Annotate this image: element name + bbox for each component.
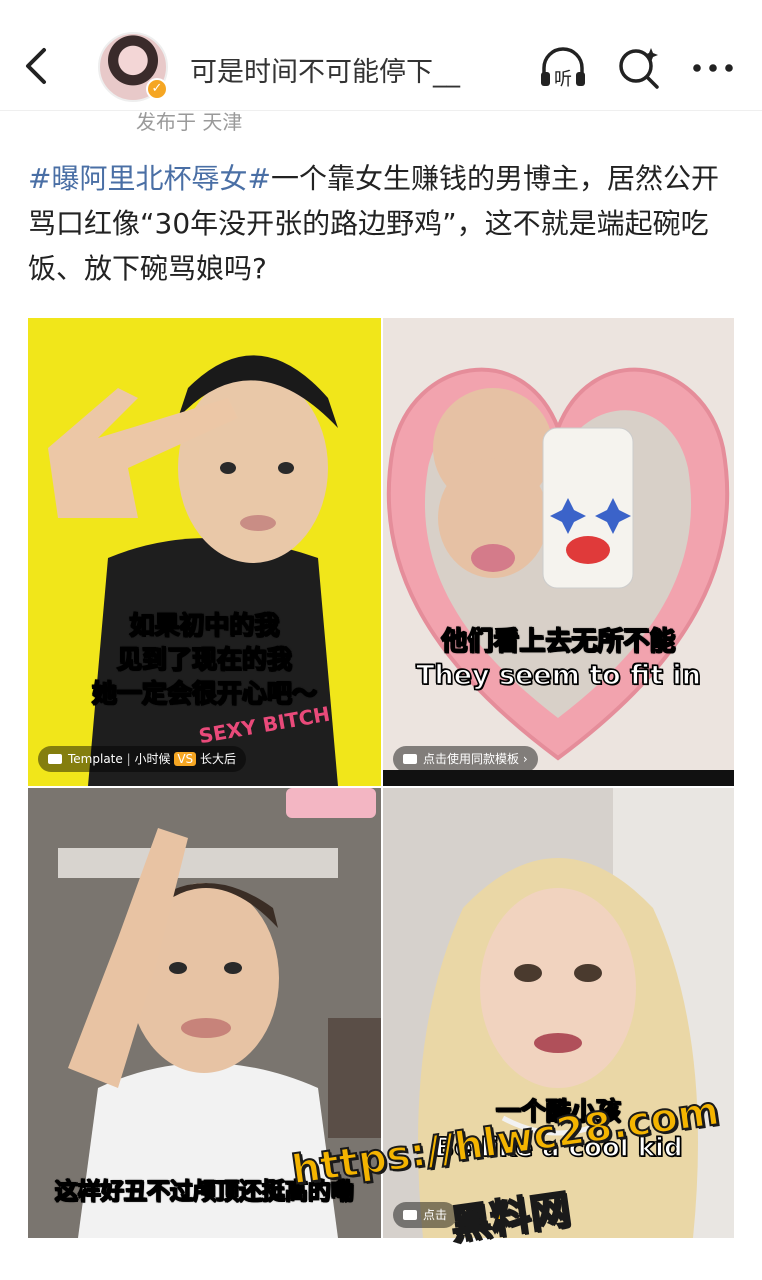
template-label: 点击使用同款模板 xyxy=(423,752,520,766)
template-pill[interactable]: 点击使用同款模板 › xyxy=(393,746,538,772)
verified-badge-icon: ✓ xyxy=(146,78,168,100)
post-image-1[interactable]: 如果初中的我 见到了现在的我 她一定会很开心吧～ SEXY BITCH Temp… xyxy=(28,318,381,786)
top-bar: ✓ 可是时间不可能停下__ 听 xyxy=(0,0,762,110)
username[interactable]: 可是时间不可能停下__ xyxy=(190,50,490,89)
photo-heart-mirror xyxy=(383,318,734,786)
search-icon[interactable] xyxy=(615,44,665,92)
tag-grownup: 长大后 xyxy=(199,752,236,766)
caption-cn: 他们看上去无所不能 xyxy=(441,626,677,658)
post-body: #曝阿里北杯辱女#一个靠女生赚钱的男博主，居然公开骂口红像“30年没开张的路边野… xyxy=(28,156,734,291)
caption-line-2: 见到了现在的我 xyxy=(116,644,293,675)
user-avatar[interactable]: ✓ xyxy=(98,32,168,102)
play-icon xyxy=(403,1210,417,1220)
template-pill[interactable]: Template | 小时候 VS 长大后 xyxy=(38,746,246,772)
template-label: Template xyxy=(68,752,123,766)
bottom-bar xyxy=(383,770,734,786)
play-icon xyxy=(48,754,62,764)
tag-childhood: 小时候 xyxy=(134,752,171,766)
template-label: 点击 xyxy=(423,1208,448,1222)
play-icon xyxy=(403,754,417,764)
headphones-icon: 听 xyxy=(554,69,572,90)
post-location: 发布于 天津 xyxy=(136,110,243,134)
caption-line-1: 如果初中的我 xyxy=(129,610,281,641)
tag-vs: VS xyxy=(174,752,197,766)
listen-button[interactable]: 听 xyxy=(538,44,588,92)
hashtag-link[interactable]: #曝阿里北杯辱女# xyxy=(28,162,271,195)
back-button[interactable] xyxy=(18,44,54,88)
caption-en: They seem to fit in xyxy=(415,659,701,692)
more-dots-icon[interactable] xyxy=(688,44,738,92)
post-image-2[interactable]: 他们看上去无所不能 They seem to fit in 点击使用同款模板 › xyxy=(383,318,734,786)
header-divider xyxy=(0,110,762,111)
